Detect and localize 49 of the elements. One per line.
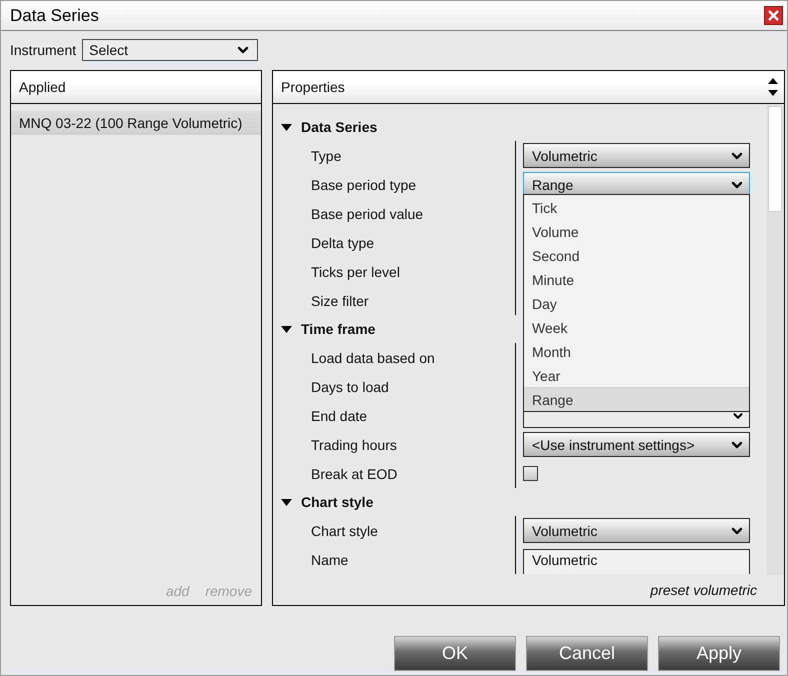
property-label: Base period type xyxy=(310,176,418,195)
dropdown-option[interactable]: Range xyxy=(524,387,749,411)
property-label: Ticks per level xyxy=(310,262,401,282)
property-label: Chart style xyxy=(310,522,379,541)
dropdown-option[interactable]: Volume xyxy=(524,219,749,243)
dropdown-option[interactable]: Tick xyxy=(524,195,749,219)
scrollbar[interactable] xyxy=(766,105,784,575)
name-field[interactable]: Volumetric xyxy=(523,549,750,574)
instrument-label: Instrument xyxy=(10,42,76,58)
section-title: Chart style xyxy=(301,494,374,510)
property-label: Break at EOD xyxy=(310,464,398,484)
series-item[interactable]: MNQ 03-22 (100 Range Volumetric) xyxy=(11,111,261,135)
property-label: Type xyxy=(310,146,342,166)
dropdown-option[interactable]: Day xyxy=(524,291,749,315)
property-label: Name xyxy=(310,550,350,570)
dropdown-option[interactable]: Month xyxy=(524,339,749,363)
property-label: Trading hours xyxy=(310,436,398,455)
expand-triangle-icon[interactable] xyxy=(281,124,292,130)
section-title: Data Series xyxy=(301,119,378,135)
property-label: Size filter xyxy=(310,292,370,310)
property-label: Base period value xyxy=(310,204,424,224)
expand-triangle-icon[interactable] xyxy=(281,326,292,332)
dropdown-option[interactable]: Week xyxy=(524,315,749,339)
instrument-select[interactable]: Select xyxy=(82,39,258,61)
scroll-down-icon[interactable] xyxy=(768,90,778,96)
property-label: End date xyxy=(310,406,368,426)
dropdown-option[interactable]: Second xyxy=(524,243,749,267)
dropdown-field[interactable]: Volumetric xyxy=(523,518,750,543)
close-button[interactable] xyxy=(764,6,783,25)
dropdown-option[interactable]: Year xyxy=(524,363,749,387)
close-icon xyxy=(768,10,779,21)
scroll-thumb[interactable] xyxy=(768,106,782,212)
panel-title: Properties xyxy=(281,79,345,95)
property-label: Load data based on xyxy=(310,348,436,368)
panel-title: Applied xyxy=(19,79,66,95)
dialog-button[interactable]: Cancel xyxy=(526,636,648,671)
expand-triangle-icon[interactable] xyxy=(281,498,292,506)
scroll-up-icon[interactable] xyxy=(768,78,778,84)
section-title: Time frame xyxy=(301,321,376,337)
preset-label: preset volumetric xyxy=(650,582,757,598)
dropdown-field[interactable]: <Use instrument settings> xyxy=(523,432,750,457)
dropdown-option[interactable]: Minute xyxy=(524,267,749,291)
dialog-button[interactable]: Apply xyxy=(658,636,780,671)
checkbox[interactable] xyxy=(523,466,538,481)
dropdown-field[interactable]: Volumetric xyxy=(523,143,750,168)
window-title: Data Series xyxy=(10,6,99,26)
property-label: Days to load xyxy=(310,378,390,397)
property-label: Delta type xyxy=(310,234,376,253)
dialog-button[interactable]: OK xyxy=(394,636,516,671)
